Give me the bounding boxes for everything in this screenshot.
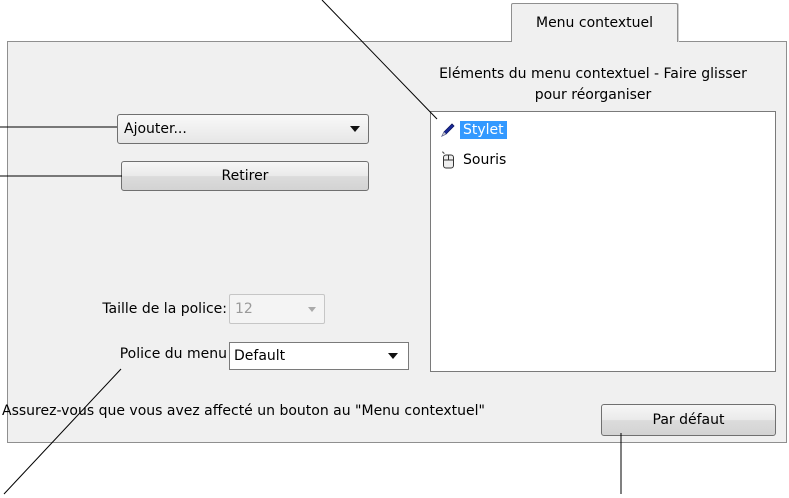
remove-button-label: Retirer — [221, 168, 269, 184]
font-size-label: Taille de la police: — [102, 301, 227, 317]
mouse-icon — [439, 151, 457, 169]
list-item-souris[interactable]: Souris — [439, 150, 509, 170]
font-size-dropdown: 12 — [229, 294, 325, 324]
footer-note: Assurez-vous que vous avez affecté un bo… — [2, 403, 485, 419]
pen-icon — [439, 121, 457, 139]
chevron-down-icon — [350, 126, 360, 132]
list-heading-line1: Eléments du menu contextuel - Faire glis… — [439, 66, 747, 82]
list-heading-line2: pour réorganiser — [534, 87, 652, 103]
font-size-value: 12 — [235, 301, 253, 317]
list-item-label: Stylet — [460, 121, 507, 139]
list-heading: Eléments du menu contextuel - Faire glis… — [408, 64, 778, 106]
menu-font-label: Police du menu — [119, 346, 227, 362]
chevron-down-icon — [308, 307, 316, 312]
tab-label: Menu contextuel — [535, 15, 654, 31]
list-item-stylet[interactable]: Stylet — [439, 120, 507, 140]
default-button[interactable]: Par défaut — [601, 404, 776, 436]
tab-menu-contextuel[interactable]: Menu contextuel — [511, 3, 678, 42]
list-item-label: Souris — [463, 152, 507, 168]
default-button-label: Par défaut — [652, 412, 725, 428]
menu-font-value: Default — [234, 348, 286, 364]
add-item-dropdown-value: Ajouter... — [124, 121, 187, 137]
add-item-dropdown[interactable]: Ajouter... — [117, 114, 369, 144]
remove-button[interactable]: Retirer — [121, 161, 369, 191]
menu-font-dropdown[interactable]: Default — [229, 342, 409, 370]
chevron-down-icon — [388, 353, 398, 359]
menu-items-list[interactable]: Stylet Souris — [430, 111, 776, 372]
